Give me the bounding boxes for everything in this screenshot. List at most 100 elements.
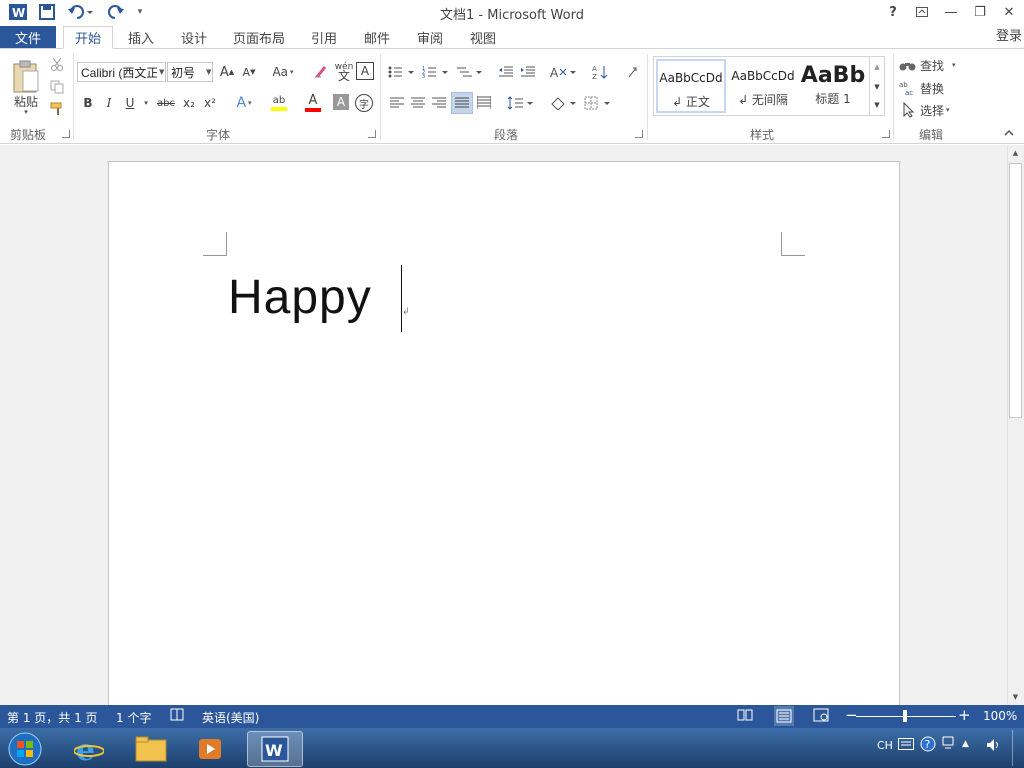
subscript-button[interactable]: x₂ — [180, 94, 198, 112]
grow-font-button[interactable]: A ▲ — [218, 62, 236, 82]
tab-references[interactable]: 引用 — [303, 26, 345, 49]
proofing-icon[interactable] — [170, 708, 186, 725]
clipboard-launcher-icon[interactable] — [62, 130, 70, 138]
language-indicator[interactable]: 英语(美国) — [202, 709, 259, 726]
chinese-layout-button[interactable]: A — [548, 62, 578, 82]
clear-formatting-icon[interactable] — [310, 62, 332, 82]
keyboard-icon[interactable] — [898, 738, 914, 753]
multilevel-list-button[interactable] — [454, 62, 484, 82]
font-launcher-icon[interactable] — [368, 130, 376, 138]
align-right-icon[interactable] — [430, 94, 448, 112]
volume-icon[interactable] — [985, 738, 1001, 755]
borders-button[interactable] — [582, 94, 612, 112]
shrink-font-button[interactable]: A ▼ — [240, 62, 258, 82]
replace-button[interactable]: ab ac 替换 — [899, 79, 961, 97]
show-desktop-button[interactable] — [1012, 730, 1022, 766]
gallery-up-icon[interactable]: ▲ — [870, 59, 884, 75]
shading-button[interactable] — [548, 94, 578, 112]
ime-settings-icon[interactable] — [942, 736, 954, 753]
tab-design[interactable]: 设计 — [173, 26, 215, 49]
character-shading-button[interactable]: A — [333, 94, 349, 110]
start-button[interactable] — [0, 731, 50, 767]
word-taskbar-icon[interactable]: W — [247, 731, 303, 767]
justify-icon[interactable] — [451, 92, 473, 114]
style-heading-1[interactable]: AaBb 标题 1 — [800, 59, 866, 113]
font-color-button[interactable]: A — [298, 92, 328, 114]
media-player-icon[interactable] — [184, 731, 238, 767]
tab-home[interactable]: 开始 — [63, 26, 113, 49]
distributed-icon[interactable] — [475, 94, 493, 112]
show-hidden-icons-icon[interactable]: ▲ — [962, 739, 969, 749]
styles-launcher-icon[interactable] — [882, 130, 890, 138]
highlight-swatch — [271, 107, 287, 111]
zoom-out-button[interactable]: − — [845, 706, 858, 724]
zoom-level[interactable]: 100% — [983, 709, 1017, 723]
phonetic-guide-button[interactable]: wén 文 — [334, 60, 354, 84]
file-explorer-icon[interactable] — [124, 731, 178, 767]
gallery-down-icon[interactable]: ▼ — [870, 79, 884, 95]
decrease-indent-icon[interactable] — [496, 62, 516, 82]
line-spacing-button[interactable] — [505, 94, 535, 112]
character-border-button[interactable]: A — [356, 62, 374, 80]
align-center-icon[interactable] — [409, 94, 427, 112]
align-left-icon[interactable] — [388, 94, 406, 112]
show-formatting-marks-icon[interactable] — [624, 62, 642, 82]
minimize-button[interactable]: — — [936, 0, 966, 24]
scrollbar-thumb[interactable] — [1009, 163, 1022, 418]
paste-button[interactable]: 粘贴 — [8, 56, 44, 112]
word-count[interactable]: 1 个字 — [116, 709, 151, 726]
text-effects-button[interactable]: A ▾ — [231, 92, 257, 114]
font-name-select[interactable]: Calibri (西文正 ▼ — [77, 62, 166, 82]
help-icon[interactable]: ? — [920, 736, 936, 755]
chinese-layout-icon: A — [550, 66, 576, 79]
bullets-icon — [388, 66, 414, 78]
help-button[interactable]: ? — [878, 0, 908, 24]
web-layout-icon[interactable] — [813, 708, 829, 725]
internet-explorer-icon[interactable]: e — [62, 731, 116, 767]
collapse-ribbon-icon[interactable] — [1002, 127, 1016, 139]
zoom-slider-thumb[interactable] — [903, 710, 907, 722]
copy-icon[interactable] — [49, 79, 65, 95]
page-count[interactable]: 第 1 页，共 1 页 — [7, 709, 98, 726]
print-layout-icon[interactable] — [774, 706, 794, 726]
restore-button[interactable]: ❐ — [965, 0, 995, 24]
italic-button[interactable]: I — [101, 94, 117, 112]
sign-in-link[interactable]: 登录 — [996, 25, 1022, 44]
enclose-characters-button[interactable]: 字 — [355, 94, 373, 112]
tab-page-layout[interactable]: 页面布局 — [226, 26, 292, 49]
bullets-button[interactable] — [386, 62, 416, 82]
bold-button[interactable]: B — [80, 94, 96, 112]
tab-mailings[interactable]: 邮件 — [356, 26, 398, 49]
superscript-button[interactable]: x² — [201, 94, 219, 112]
document-text[interactable]: Happy — [228, 270, 372, 325]
tab-review[interactable]: 审阅 — [409, 26, 451, 49]
underline-button[interactable]: U — [122, 94, 138, 112]
find-button[interactable]: 查找 ▾ — [899, 56, 961, 74]
change-case-button[interactable]: Aa ▾ — [268, 62, 298, 82]
scroll-up-icon[interactable]: ▲ — [1009, 147, 1022, 159]
format-painter-icon[interactable] — [49, 101, 65, 117]
font-size-select[interactable]: 初号 ▼ — [167, 62, 213, 82]
paste-dropdown-icon[interactable]: ▾ — [20, 108, 32, 116]
cut-icon[interactable] — [49, 56, 65, 72]
underline-dropdown-icon[interactable]: ▾ — [140, 94, 152, 112]
tab-file[interactable]: 文件 — [0, 26, 56, 49]
strikethrough-button[interactable]: abc — [155, 94, 177, 112]
style-no-spacing[interactable]: AaBbCcDd ↲ 无间隔 — [728, 59, 798, 113]
paragraph-launcher-icon[interactable] — [635, 130, 643, 138]
zoom-in-button[interactable]: + — [958, 706, 971, 724]
scroll-down-icon[interactable]: ▼ — [1009, 691, 1022, 703]
input-language-indicator[interactable]: CH — [877, 739, 893, 752]
tab-view[interactable]: 视图 — [462, 26, 504, 49]
gallery-more-icon[interactable]: ▼ — [870, 97, 884, 113]
close-button[interactable]: ✕ — [994, 0, 1024, 24]
tab-insert[interactable]: 插入 — [120, 26, 162, 49]
highlight-color-button[interactable]: ab — [263, 92, 295, 114]
style-normal[interactable]: AaBbCcDd ↲ 正文 — [656, 59, 726, 113]
ribbon-display-options-button[interactable] — [907, 0, 937, 24]
read-mode-icon[interactable] — [737, 708, 753, 725]
sort-icon[interactable]: AZ — [590, 62, 610, 82]
numbering-button[interactable]: 123 — [420, 62, 450, 82]
select-button[interactable]: 选择 ▾ — [899, 101, 961, 119]
increase-indent-icon[interactable] — [518, 62, 538, 82]
